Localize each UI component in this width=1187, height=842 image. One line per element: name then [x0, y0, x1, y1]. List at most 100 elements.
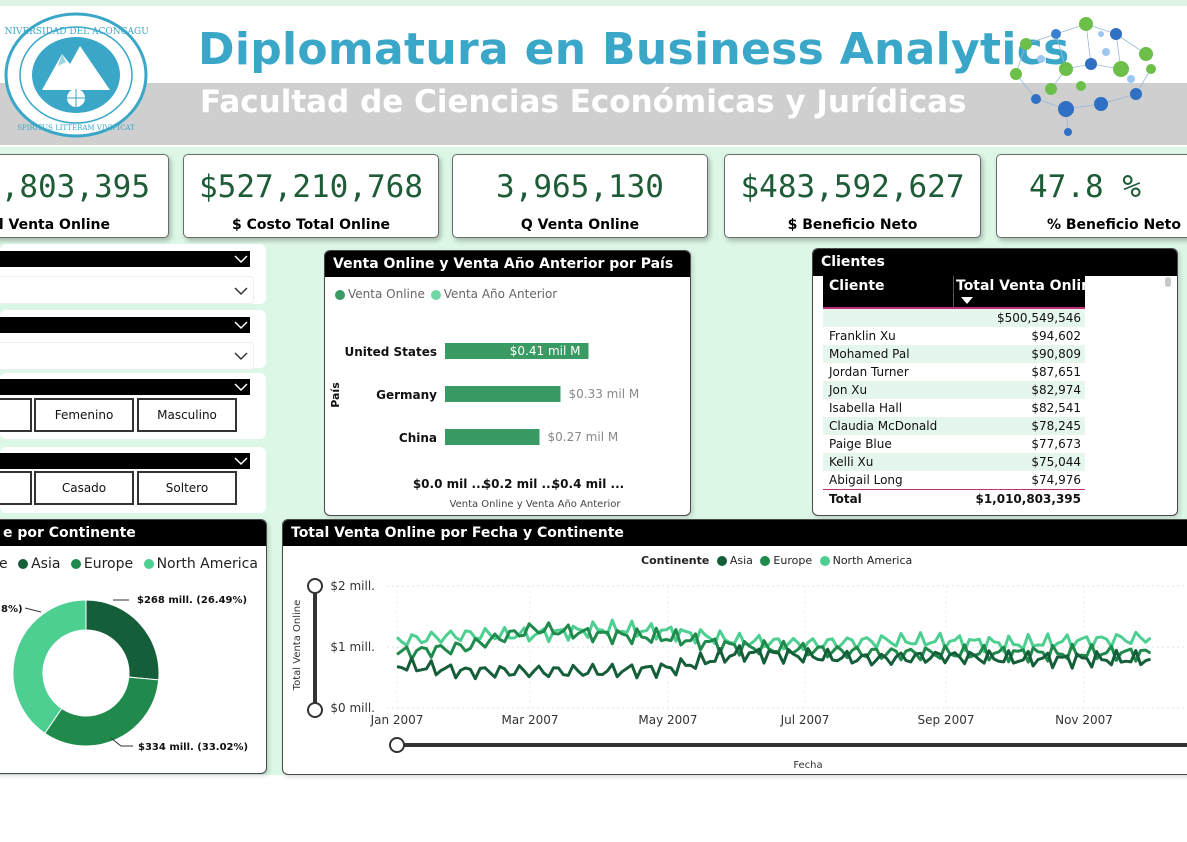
- table-row[interactable]: Jon Xu $82,974: [823, 381, 1085, 399]
- slicer-option-casado[interactable]: Casado: [34, 471, 134, 505]
- row-value: $500,549,546: [997, 311, 1081, 325]
- row-value: $74,976: [1031, 473, 1081, 487]
- kpi-label: % Beneficio Neto: [1046, 217, 1181, 233]
- sort-descending-icon[interactable]: [961, 297, 973, 305]
- slicer-option-femenino[interactable]: Femenino: [34, 398, 134, 432]
- table-scrollbar[interactable]: [1165, 277, 1171, 287]
- table-row[interactable]: Mohamed Pal $90,809: [823, 345, 1085, 363]
- y-range-slider-handle[interactable]: [307, 578, 323, 594]
- category-label: United States: [344, 345, 437, 359]
- row-name: Kelli Xu: [829, 455, 874, 469]
- row-name: Paige Blue: [829, 437, 892, 451]
- column-header-cliente[interactable]: Cliente: [829, 278, 885, 294]
- x-tick-label: Sep 2007: [918, 713, 975, 727]
- university-logo: UNIVERSIDAD DEL ACONCAGUA SPIRITUS LITTE…: [4, 12, 148, 138]
- x-tick-label: $0.4 mil ...: [552, 477, 624, 491]
- x-axis-title: Venta Online y Venta Año Anterior: [450, 499, 622, 510]
- slice-label-north-america: 8%): [1, 604, 23, 615]
- sales-line-chart-panel[interactable]: Total Venta Online por Fecha y Continent…: [282, 519, 1187, 775]
- y-tick-label: $1 mill.: [330, 640, 375, 654]
- logo-year: 1965: [67, 114, 85, 122]
- slicer-option-soltero[interactable]: Soltero: [137, 471, 237, 505]
- table-header: Cliente Total Venta Online: [823, 276, 1101, 308]
- table-row[interactable]: Isabella Hall $82,541: [823, 399, 1085, 417]
- page-title: Diplomatura en Business Analytics: [198, 24, 1070, 75]
- header-banner: UNIVERSIDAD DEL ACONCAGUA SPIRITUS LITTE…: [0, 0, 1187, 147]
- donut-slice-europe: [44, 676, 160, 747]
- table-total-row: Total $1,010,803,395: [823, 490, 1085, 508]
- table-row[interactable]: Paige Blue $77,673: [823, 435, 1085, 453]
- row-value: $78,245: [1031, 419, 1081, 433]
- row-name: Abigail Long: [829, 473, 903, 487]
- data-label: $0.27 mil M: [548, 430, 619, 444]
- total-value: $1,010,803,395: [975, 492, 1081, 506]
- row-value: $82,974: [1031, 383, 1081, 397]
- kpi-label: Q Venta Online: [520, 217, 640, 233]
- bar: [445, 386, 561, 402]
- row-name: Isabella Hall: [829, 401, 903, 415]
- y-tick-label: $0 mill.: [330, 701, 375, 715]
- row-value: $75,044: [1031, 455, 1081, 469]
- slicer-dropdown[interactable]: [0, 342, 254, 370]
- y-axis-title: Total Venta Online: [292, 600, 303, 692]
- chevron-down-icon[interactable]: [234, 285, 248, 297]
- chevron-down-icon[interactable]: [234, 253, 248, 265]
- category-label: Germany: [376, 388, 437, 402]
- column-divider: [953, 276, 954, 308]
- slicer-2[interactable]: [0, 310, 266, 370]
- row-value: $94,602: [1031, 329, 1081, 343]
- donut-slice-asia: [85, 599, 160, 681]
- clients-table-panel[interactable]: Clientes Cliente Total Venta Online $500…: [812, 248, 1178, 516]
- x-range-slider-handle[interactable]: [389, 737, 405, 753]
- row-value: $87,651: [1031, 365, 1081, 379]
- row-name: Claudia McDonald: [829, 419, 938, 433]
- row-value: $82,541: [1031, 401, 1081, 415]
- page-subtitle: Facultad de Ciencias Económicas y Jurídi…: [200, 84, 967, 120]
- slicer-tile-blank[interactable]: [0, 398, 32, 432]
- banner-top-line: [0, 0, 1187, 6]
- row-value: $77,673: [1031, 437, 1081, 451]
- slicer-header-bar: [0, 453, 250, 469]
- table-row[interactable]: Franklin Xu $94,602: [823, 327, 1085, 345]
- slicer-dropdown[interactable]: [0, 276, 254, 304]
- kpi-label: tal Venta Online: [0, 217, 110, 233]
- slicer-option-masculino[interactable]: Masculino: [137, 398, 237, 432]
- continent-donut-panel[interactable]: e por Continente e Asia Europe North Ame…: [0, 519, 267, 774]
- logo-motto: SPIRITUS LITTERAM VIVIFICAT: [17, 124, 135, 132]
- x-tick-label: Nov 2007: [1055, 713, 1113, 727]
- table-row[interactable]: Kelli Xu $75,044: [823, 453, 1085, 471]
- y-tick-label: $2 mill.: [330, 579, 375, 593]
- x-tick-label: Jul 2007: [780, 713, 830, 727]
- chevron-down-icon[interactable]: [234, 381, 248, 393]
- chevron-down-icon[interactable]: [234, 350, 248, 362]
- kpi-value: $527,210,768: [199, 169, 423, 205]
- country-bar-chart: País United States $0.41 mil M Germany $0.3…: [329, 343, 640, 510]
- kpi-q-venta-online: 3,965,130 Q Venta Online: [452, 154, 708, 238]
- y-range-slider-handle[interactable]: [307, 702, 323, 718]
- slicer-tile-blank[interactable]: [0, 471, 32, 505]
- x-tick-label: $0.0 mil ...: [413, 477, 485, 491]
- kpi-value: 47.8 %: [1029, 169, 1141, 205]
- table-row[interactable]: Jordan Turner $87,651: [823, 363, 1085, 381]
- country-bar-chart-panel[interactable]: Venta Online y Venta Año Anterior por Pa…: [324, 250, 691, 516]
- kpi-value: $483,592,627: [740, 169, 965, 205]
- slicer-estado-civil: Casado Soltero: [0, 447, 266, 513]
- category-label: China: [399, 431, 437, 445]
- kpi-beneficio-neto: $483,592,627 $ Beneficio Neto: [724, 154, 981, 238]
- sales-line-chart: Total Venta Online $2 mill. $1 mill. $0 …: [292, 578, 1187, 771]
- kpi-value: 3,965,130: [496, 169, 664, 205]
- table-row[interactable]: Abigail Long $74,976: [823, 471, 1085, 489]
- column-header-total-venta[interactable]: Total Venta Online: [956, 278, 1101, 294]
- row-value: $90,809: [1031, 347, 1081, 361]
- table-row[interactable]: $500,549,546: [823, 309, 1085, 327]
- kpi-label: $ Beneficio Neto: [787, 217, 918, 233]
- slicer-1[interactable]: [0, 244, 266, 304]
- chevron-down-icon[interactable]: [234, 455, 248, 467]
- kpi-value: 10,803,395: [0, 169, 150, 205]
- row-name: Mohamed Pal: [829, 347, 910, 361]
- continent-donut-chart: $268 mill. (26.49%) $334 mill. (33.02%) …: [1, 595, 248, 753]
- data-label: $0.33 mil M: [569, 387, 640, 401]
- table-row[interactable]: Claudia McDonald $78,245: [823, 417, 1085, 435]
- x-tick-label: May 2007: [638, 713, 697, 727]
- chevron-down-icon[interactable]: [234, 319, 248, 331]
